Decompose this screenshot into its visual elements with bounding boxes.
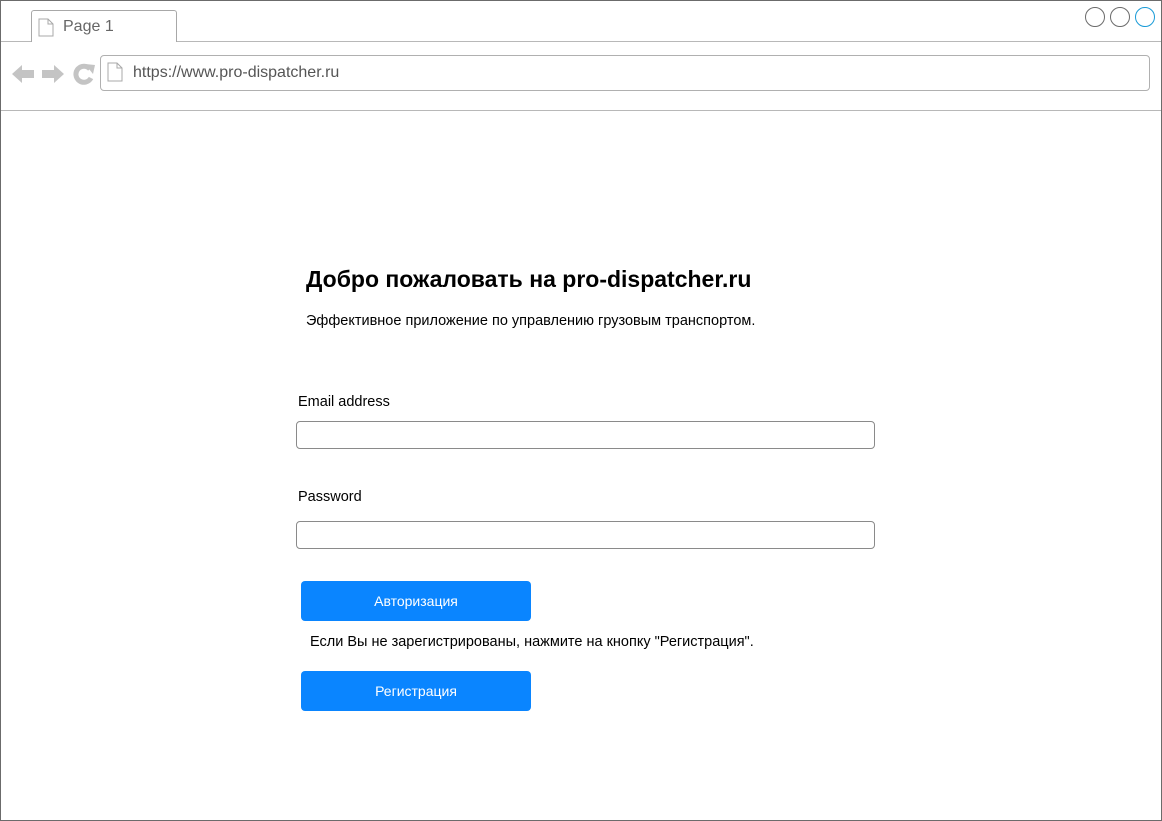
url-text[interactable]: https://www.pro-dispatcher.ru (133, 64, 339, 82)
page-icon (107, 62, 123, 87)
password-label: Password (298, 489, 362, 505)
password-field[interactable] (296, 521, 875, 549)
back-arrow-icon[interactable] (11, 63, 35, 90)
address-bar[interactable]: https://www.pro-dispatcher.ru (100, 55, 1150, 91)
tab-label: Page 1 (63, 18, 114, 35)
register-hint: Если Вы не зарегистрированы, нажмите на … (310, 634, 754, 650)
register-button[interactable]: Регистрация (301, 671, 531, 711)
reload-icon[interactable] (72, 63, 96, 90)
page-content: Добро пожаловать на pro-dispatcher.ru Эф… (1, 111, 1161, 820)
page-title: Добро пожаловать на pro-dispatcher.ru (306, 266, 752, 292)
forward-arrow-icon[interactable] (41, 63, 65, 90)
maximize-button[interactable] (1110, 7, 1130, 27)
login-button[interactable]: Авторизация (301, 581, 531, 621)
browser-window: Page 1 https://www.pro-dispatcher.ru Доб… (0, 0, 1162, 821)
close-button[interactable] (1135, 7, 1155, 27)
tab-bar: Page 1 (1, 1, 1161, 42)
browser-tab[interactable]: Page 1 (31, 10, 177, 42)
browser-toolbar: https://www.pro-dispatcher.ru (1, 42, 1161, 111)
page-icon (38, 18, 54, 42)
email-label: Email address (298, 394, 390, 410)
page-subtitle: Эффективное приложение по управлению гру… (306, 313, 756, 329)
email-field[interactable] (296, 421, 875, 449)
minimize-button[interactable] (1085, 7, 1105, 27)
